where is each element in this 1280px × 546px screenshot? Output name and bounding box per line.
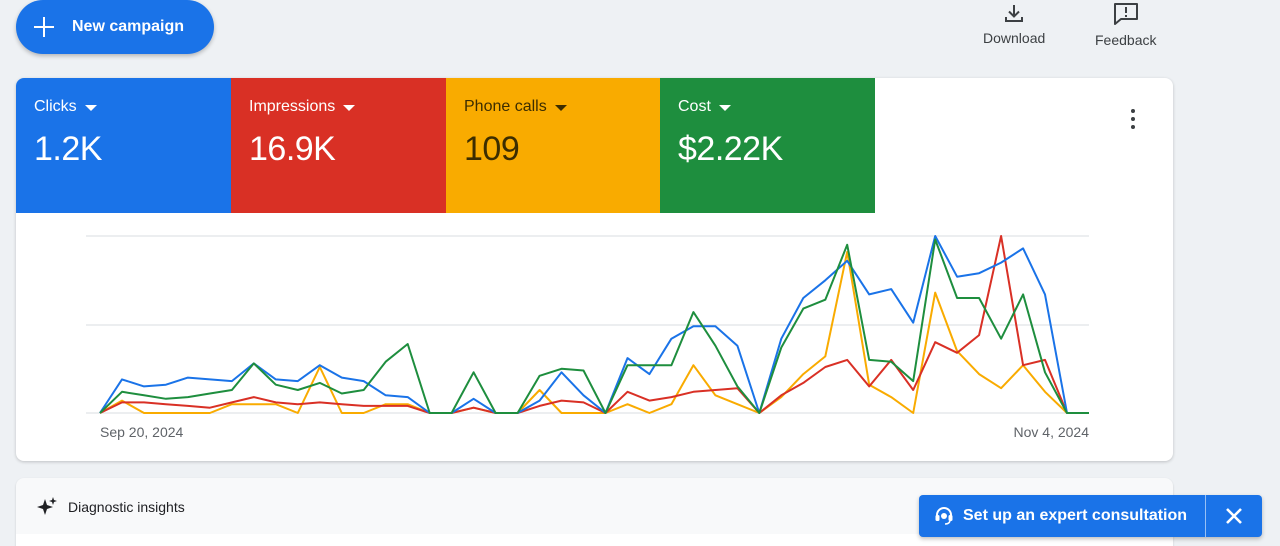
x-axis-end-label: Nov 4, 2024 — [1013, 424, 1090, 440]
expert-consultation-button[interactable]: Set up an expert consultation — [919, 495, 1205, 537]
x-axis-start-label: Sep 20, 2024 — [100, 424, 184, 440]
caret-down-icon[interactable] — [84, 104, 97, 111]
metric-tile-value: $2.22K — [678, 130, 783, 168]
download-label: Download — [983, 30, 1046, 46]
feedback-button[interactable]: Feedback — [1095, 2, 1156, 48]
more-options-icon[interactable] — [1121, 106, 1145, 132]
download-icon — [1005, 5, 1024, 22]
diagnostic-insights-label: Diagnostic insights — [68, 499, 185, 515]
series-line-phone-calls — [99, 250, 1089, 414]
series-line-cost — [99, 238, 1089, 414]
caret-down-icon[interactable] — [343, 104, 356, 111]
metric-tile-value: 16.9K — [249, 130, 336, 168]
performance-card: Clicks 1.2K Impressions 16.9K Phone call… — [16, 78, 1173, 461]
metric-tile-label: Phone calls — [464, 98, 547, 115]
metric-tile-value: 109 — [464, 130, 520, 168]
download-button[interactable]: Download — [983, 2, 1045, 46]
caret-down-icon[interactable] — [554, 104, 567, 111]
metric-tile-value: 1.2K — [34, 130, 102, 168]
metric-tile-impressions[interactable]: Impressions 16.9K — [231, 78, 446, 213]
sparkle-icon — [37, 497, 57, 515]
expert-consultation-label: Set up an expert consultation — [963, 507, 1188, 524]
support-agent-icon — [935, 507, 953, 525]
plus-icon — [34, 17, 54, 37]
metric-tile-label: Impressions — [249, 98, 336, 115]
diagnostic-insights-header[interactable]: Diagnostic insights — [36, 496, 185, 518]
metric-tile-clicks[interactable]: Clicks 1.2K — [16, 78, 231, 213]
metric-tile-label: Cost — [678, 98, 711, 115]
new-campaign-button[interactable]: New campaign — [16, 0, 214, 54]
feedback-icon — [1113, 3, 1138, 25]
metric-tile-label: Clicks — [34, 98, 77, 115]
feedback-label: Feedback — [1095, 32, 1157, 48]
consultation-banner: Set up an expert consultation — [919, 495, 1262, 537]
close-icon — [1226, 508, 1242, 524]
performance-chart — [86, 235, 1089, 414]
caret-down-icon[interactable] — [718, 104, 731, 111]
metric-tile-phone-calls[interactable]: Phone calls 109 — [446, 78, 661, 213]
new-campaign-label: New campaign — [72, 18, 185, 35]
metric-tile-cost[interactable]: Cost $2.22K — [660, 78, 875, 213]
close-banner-button[interactable] — [1206, 495, 1262, 537]
